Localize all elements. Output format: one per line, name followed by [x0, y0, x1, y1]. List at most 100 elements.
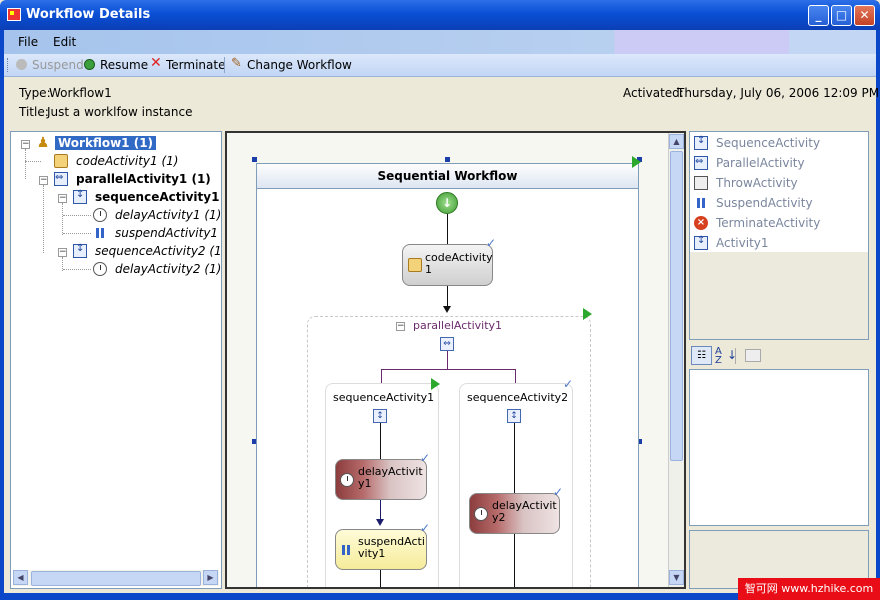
- code-icon: [408, 258, 422, 272]
- suspend-icon: [93, 226, 107, 240]
- scroll-thumb[interactable]: [670, 151, 683, 461]
- code-activity-label-2: 1: [425, 263, 432, 276]
- sequence-icon: [694, 135, 708, 150]
- scroll-thumb[interactable]: [31, 571, 201, 586]
- check-icon: ✓: [420, 451, 431, 465]
- delay-activity1-block[interactable]: delayActivit y1: [335, 459, 427, 500]
- property-toolbar: ☷ AZ ↓: [689, 345, 869, 367]
- arrow-icon: [376, 519, 384, 526]
- maximize-button[interactable]: □: [831, 5, 852, 26]
- terminate-icon: ×: [694, 216, 708, 230]
- close-icon: ✕: [859, 8, 870, 22]
- activity-list-item[interactable]: SuspendActivity: [716, 196, 813, 210]
- parallel-icon: ⇔: [440, 337, 454, 351]
- terminate-button[interactable]: Terminate: [166, 58, 225, 72]
- delay-icon: [340, 473, 354, 487]
- title-bar[interactable]: Workflow Details _ □ ✕: [0, 0, 880, 30]
- activity-list-item[interactable]: ParallelActivity: [716, 156, 805, 170]
- workflow-icon: ♟: [36, 135, 50, 151]
- tree-item-delayactivity1[interactable]: delayActivity1 (1): [115, 208, 221, 222]
- categorized-icon[interactable]: ☷: [691, 346, 712, 365]
- play-icon: [583, 308, 592, 320]
- app-icon: [7, 8, 21, 21]
- tree-item-suspendactivity1[interactable]: suspendActivity1 (1): [115, 226, 221, 240]
- suspend-button[interactable]: Suspend: [32, 58, 84, 72]
- tree-item-workflow1[interactable]: Workflow1 (1): [55, 136, 157, 150]
- suspend-icon: [339, 543, 353, 557]
- sequence-activity1-label: sequenceActivity1: [333, 391, 435, 404]
- delay-activity2-label-2: y2: [492, 511, 506, 524]
- start-icon: ↓: [436, 192, 458, 214]
- alphabetical-icon[interactable]: AZ: [715, 347, 722, 366]
- designer-vertical-scrollbar[interactable]: ▲ ▼: [668, 133, 684, 587]
- parallel-icon: [694, 156, 708, 170]
- code-activity-block[interactable]: codeActivity 1: [402, 244, 493, 286]
- property-grid[interactable]: [689, 369, 869, 526]
- designer-title: Sequential Workflow: [257, 164, 638, 189]
- toolbar-separator: [224, 57, 225, 73]
- menu-bar: File Edit: [4, 30, 876, 54]
- terminate-icon: ✕: [150, 55, 162, 71]
- scroll-down-button[interactable]: ▼: [669, 570, 684, 585]
- tree-item-sequenceactivity1[interactable]: sequenceActivity1 (1): [95, 190, 221, 204]
- activity-list-item[interactable]: SequenceActivity: [716, 136, 820, 150]
- sequence-icon: [73, 243, 87, 258]
- tree-horizontal-scrollbar[interactable]: ◀ ▶: [13, 570, 219, 586]
- change-workflow-button[interactable]: Change Workflow: [247, 58, 352, 72]
- watermark: 智可网 www.hzhike.com: [738, 578, 880, 600]
- suspend-icon: [694, 196, 708, 210]
- activity-list-item[interactable]: Activity1: [716, 236, 769, 250]
- delay-activity2-block[interactable]: delayActivit y2: [469, 493, 560, 534]
- tree-item-codeactivity1[interactable]: codeActivity1 (1): [76, 154, 178, 168]
- suspend-icon: [16, 59, 27, 70]
- play-icon: [431, 378, 440, 390]
- activity-icon: [694, 235, 708, 250]
- scroll-right-button[interactable]: ▶: [203, 570, 218, 585]
- workflow-designer[interactable]: Sequential Workflow ↓ codeActivity 1 ✓ −…: [225, 131, 686, 589]
- check-icon: ✓: [563, 377, 574, 391]
- check-icon: ✓: [486, 236, 497, 250]
- activity-tree-panel[interactable]: − ♟ Workflow1 (1) codeActivity1 (1) − pa…: [10, 131, 222, 589]
- activated-value: Thursday, July 06, 2006 12:09 PM: [677, 86, 880, 100]
- collapse-toggle[interactable]: −: [58, 248, 67, 257]
- collapse-toggle[interactable]: −: [58, 194, 67, 203]
- sequence-icon: ↕: [507, 409, 521, 423]
- suspend-activity1-block[interactable]: suspendActi vity1: [335, 529, 427, 570]
- tree-item-sequenceactivity2[interactable]: sequenceActivity2 (1): [95, 244, 221, 258]
- menu-edit[interactable]: Edit: [53, 35, 76, 49]
- minimize-button[interactable]: _: [808, 5, 829, 26]
- activity-list-background: [690, 132, 868, 252]
- sequence-activity2-label: sequenceActivity2: [467, 391, 569, 404]
- selection-handle[interactable]: [445, 157, 450, 162]
- delay-icon: [93, 208, 107, 222]
- sequence-icon: ↕: [373, 409, 387, 423]
- suspend-activity1-label-2: vity1: [358, 547, 386, 560]
- check-icon: ✓: [553, 485, 564, 499]
- minimize-icon: _: [815, 8, 822, 22]
- toolbar-grip[interactable]: [7, 58, 11, 72]
- resume-icon: [84, 59, 95, 70]
- property-pages-icon[interactable]: [745, 349, 761, 362]
- tree-item-delayactivity2[interactable]: delayActivity2 (1): [115, 262, 221, 276]
- collapse-toggle[interactable]: −: [39, 176, 48, 185]
- close-button[interactable]: ✕: [854, 5, 875, 26]
- activity-list-panel[interactable]: SequenceActivity ParallelActivity ThrowA…: [689, 131, 869, 340]
- selection-handle[interactable]: [252, 157, 257, 162]
- collapse-toggle[interactable]: −: [396, 322, 405, 331]
- tree-item-parallelactivity1[interactable]: parallelActivity1 (1): [76, 172, 211, 186]
- check-icon: ✓: [420, 521, 431, 535]
- activity-list-item[interactable]: TerminateActivity: [716, 216, 820, 230]
- resume-button[interactable]: Resume: [100, 58, 148, 72]
- parallel-icon: [54, 172, 68, 186]
- menu-file[interactable]: File: [18, 35, 38, 49]
- sequence-icon: [73, 189, 87, 204]
- collapse-toggle[interactable]: −: [21, 140, 30, 149]
- title-value: Just a worklfow instance: [47, 105, 193, 119]
- type-label: Type:: [19, 86, 51, 100]
- activity-list-item[interactable]: ThrowActivity: [716, 176, 798, 190]
- scroll-up-button[interactable]: ▲: [669, 134, 684, 149]
- play-icon: [632, 156, 641, 168]
- scroll-left-button[interactable]: ◀: [13, 570, 28, 585]
- delay-activity1-label-2: y1: [358, 477, 372, 490]
- arrow-icon: [443, 306, 451, 313]
